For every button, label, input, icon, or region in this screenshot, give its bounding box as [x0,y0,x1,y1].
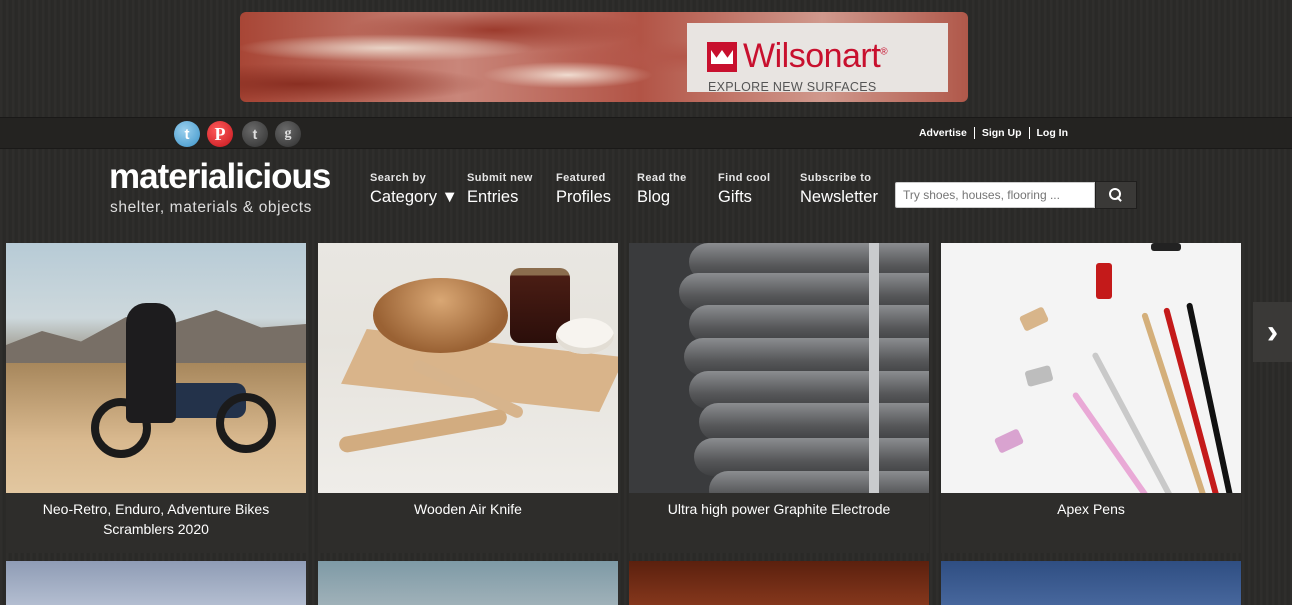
nav-label-small: Read the [637,172,687,184]
product-card[interactable]: Apex Pens [941,243,1241,553]
wilsonart-logo-icon [707,42,737,72]
search-input[interactable] [895,182,1095,208]
card-caption[interactable]: Ultra high power Graphite Electrode [629,493,929,519]
nav-label-small: Submit new [467,172,533,184]
nav-blog[interactable]: Read the Blog [637,172,687,207]
nav-submit-entries[interactable]: Submit new Entries [467,172,533,207]
card-image[interactable] [629,561,929,605]
nav-label-small: Subscribe to [800,172,872,184]
search-icon [1109,188,1123,202]
product-card[interactable]: Neo-Retro, Enduro, Adventure Bikes Scram… [6,243,306,553]
divider [1028,127,1030,139]
nav-category[interactable]: Search by Category ▼ [370,172,458,207]
card-image[interactable] [6,243,306,493]
search-button[interactable] [1095,181,1137,209]
nav-label: Newsletter [800,188,878,206]
nav-label-small: Featured [556,172,606,184]
site-logo[interactable]: materialicious [109,157,331,197]
card-image[interactable] [941,243,1241,493]
card-caption[interactable]: Wooden Air Knife [318,493,618,519]
ad-brand-name: Wilsonart® [743,37,888,75]
next-arrow-icon[interactable]: › [1253,302,1292,362]
card-caption[interactable]: Neo-Retro, Enduro, Adventure Bikes Scram… [6,493,306,539]
nav-label: Entries [467,188,519,206]
divider [973,127,975,139]
card-image[interactable] [318,561,618,605]
product-card[interactable]: Wooden Air Knife [318,243,618,553]
advertise-link[interactable]: Advertise [919,127,967,139]
twitter-icon[interactable]: t [174,121,200,147]
log-in-link[interactable]: Log In [1037,127,1069,139]
account-links: Advertise Sign Up Log In [919,127,1068,139]
sign-up-link[interactable]: Sign Up [982,127,1022,139]
nav-label-small: Find cool [718,172,771,184]
card-caption[interactable]: Apex Pens [941,493,1241,519]
card-image[interactable] [629,243,929,493]
ad-tagline: EXPLORE NEW SURFACES [708,80,877,94]
nav-label: Profiles [556,188,612,206]
nav-label: Category ▼ [370,188,458,206]
card-image[interactable] [318,243,618,493]
card-image[interactable] [6,561,306,605]
nav-featured-profiles[interactable]: Featured Profiles [556,172,611,207]
pinterest-icon[interactable]: P [207,121,233,147]
nav-gifts[interactable]: Find cool Gifts [718,172,770,207]
site-tagline: shelter, materials & objects [110,199,313,216]
google-plus-icon[interactable]: g [275,121,301,147]
nav-label-small: Search by [370,172,427,184]
product-card[interactable]: Ultra high power Graphite Electrode [629,243,929,553]
search-bar [895,181,1137,209]
tumblr-icon[interactable]: t [242,121,268,147]
top-bar: t P t g Advertise Sign Up Log In [0,117,1292,149]
ad-banner[interactable]: Wilsonart® EXPLORE NEW SURFACES [240,12,968,102]
nav-label: Gifts [718,188,752,206]
card-image[interactable] [941,561,1241,605]
nav-newsletter[interactable]: Subscribe to Newsletter [800,172,878,207]
ad-brand-box: Wilsonart® EXPLORE NEW SURFACES [687,23,948,94]
nav-label: Blog [637,188,671,206]
